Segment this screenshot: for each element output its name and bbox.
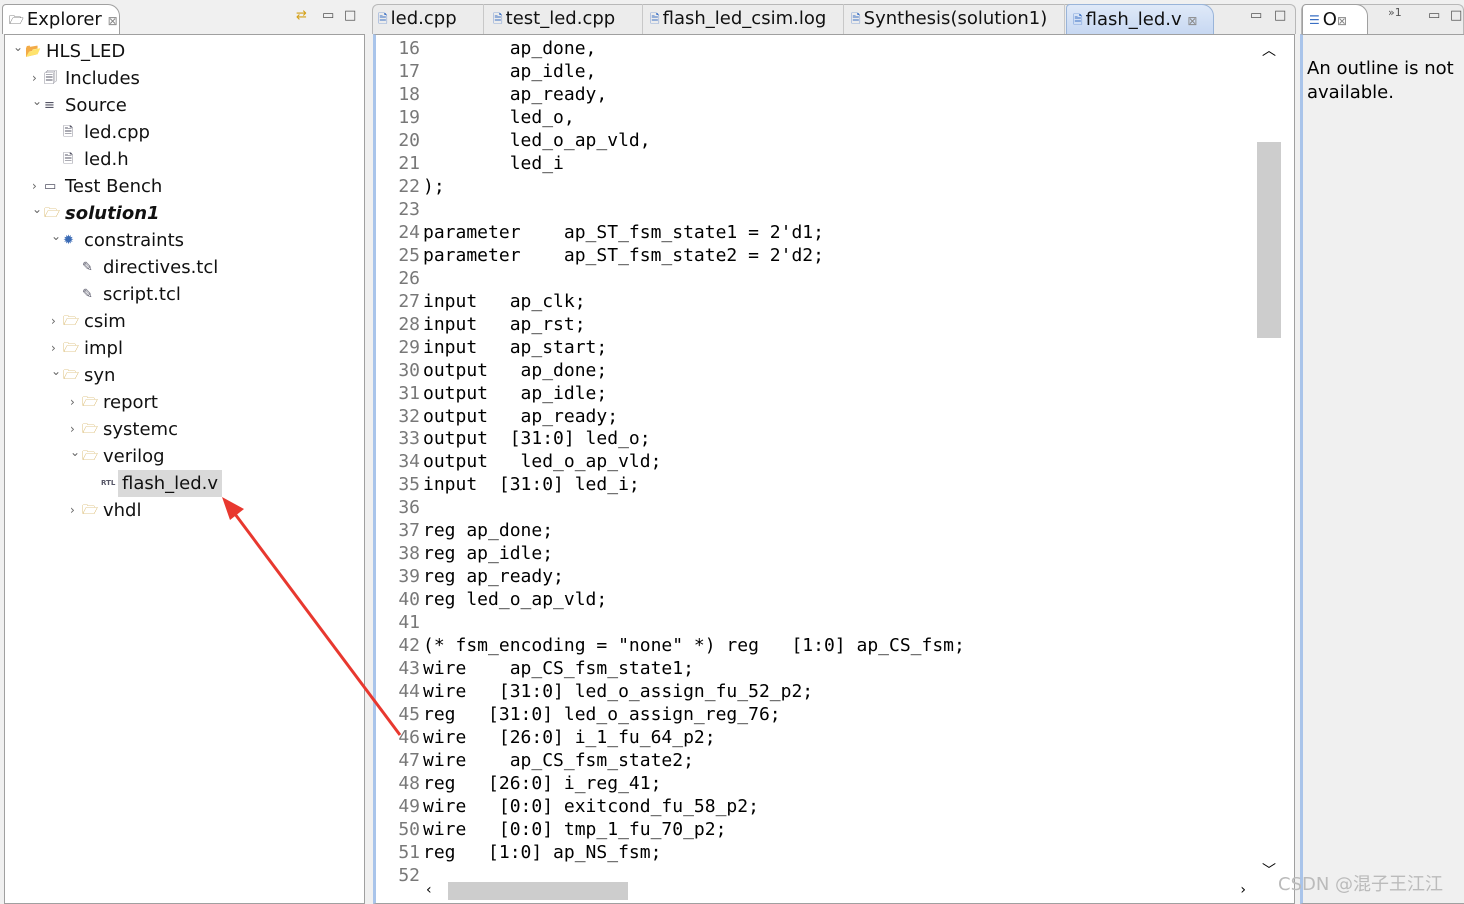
annotation-arrow-line (230, 509, 402, 736)
annotation-arrow-head (222, 497, 244, 520)
annotation-arrow (222, 497, 402, 736)
